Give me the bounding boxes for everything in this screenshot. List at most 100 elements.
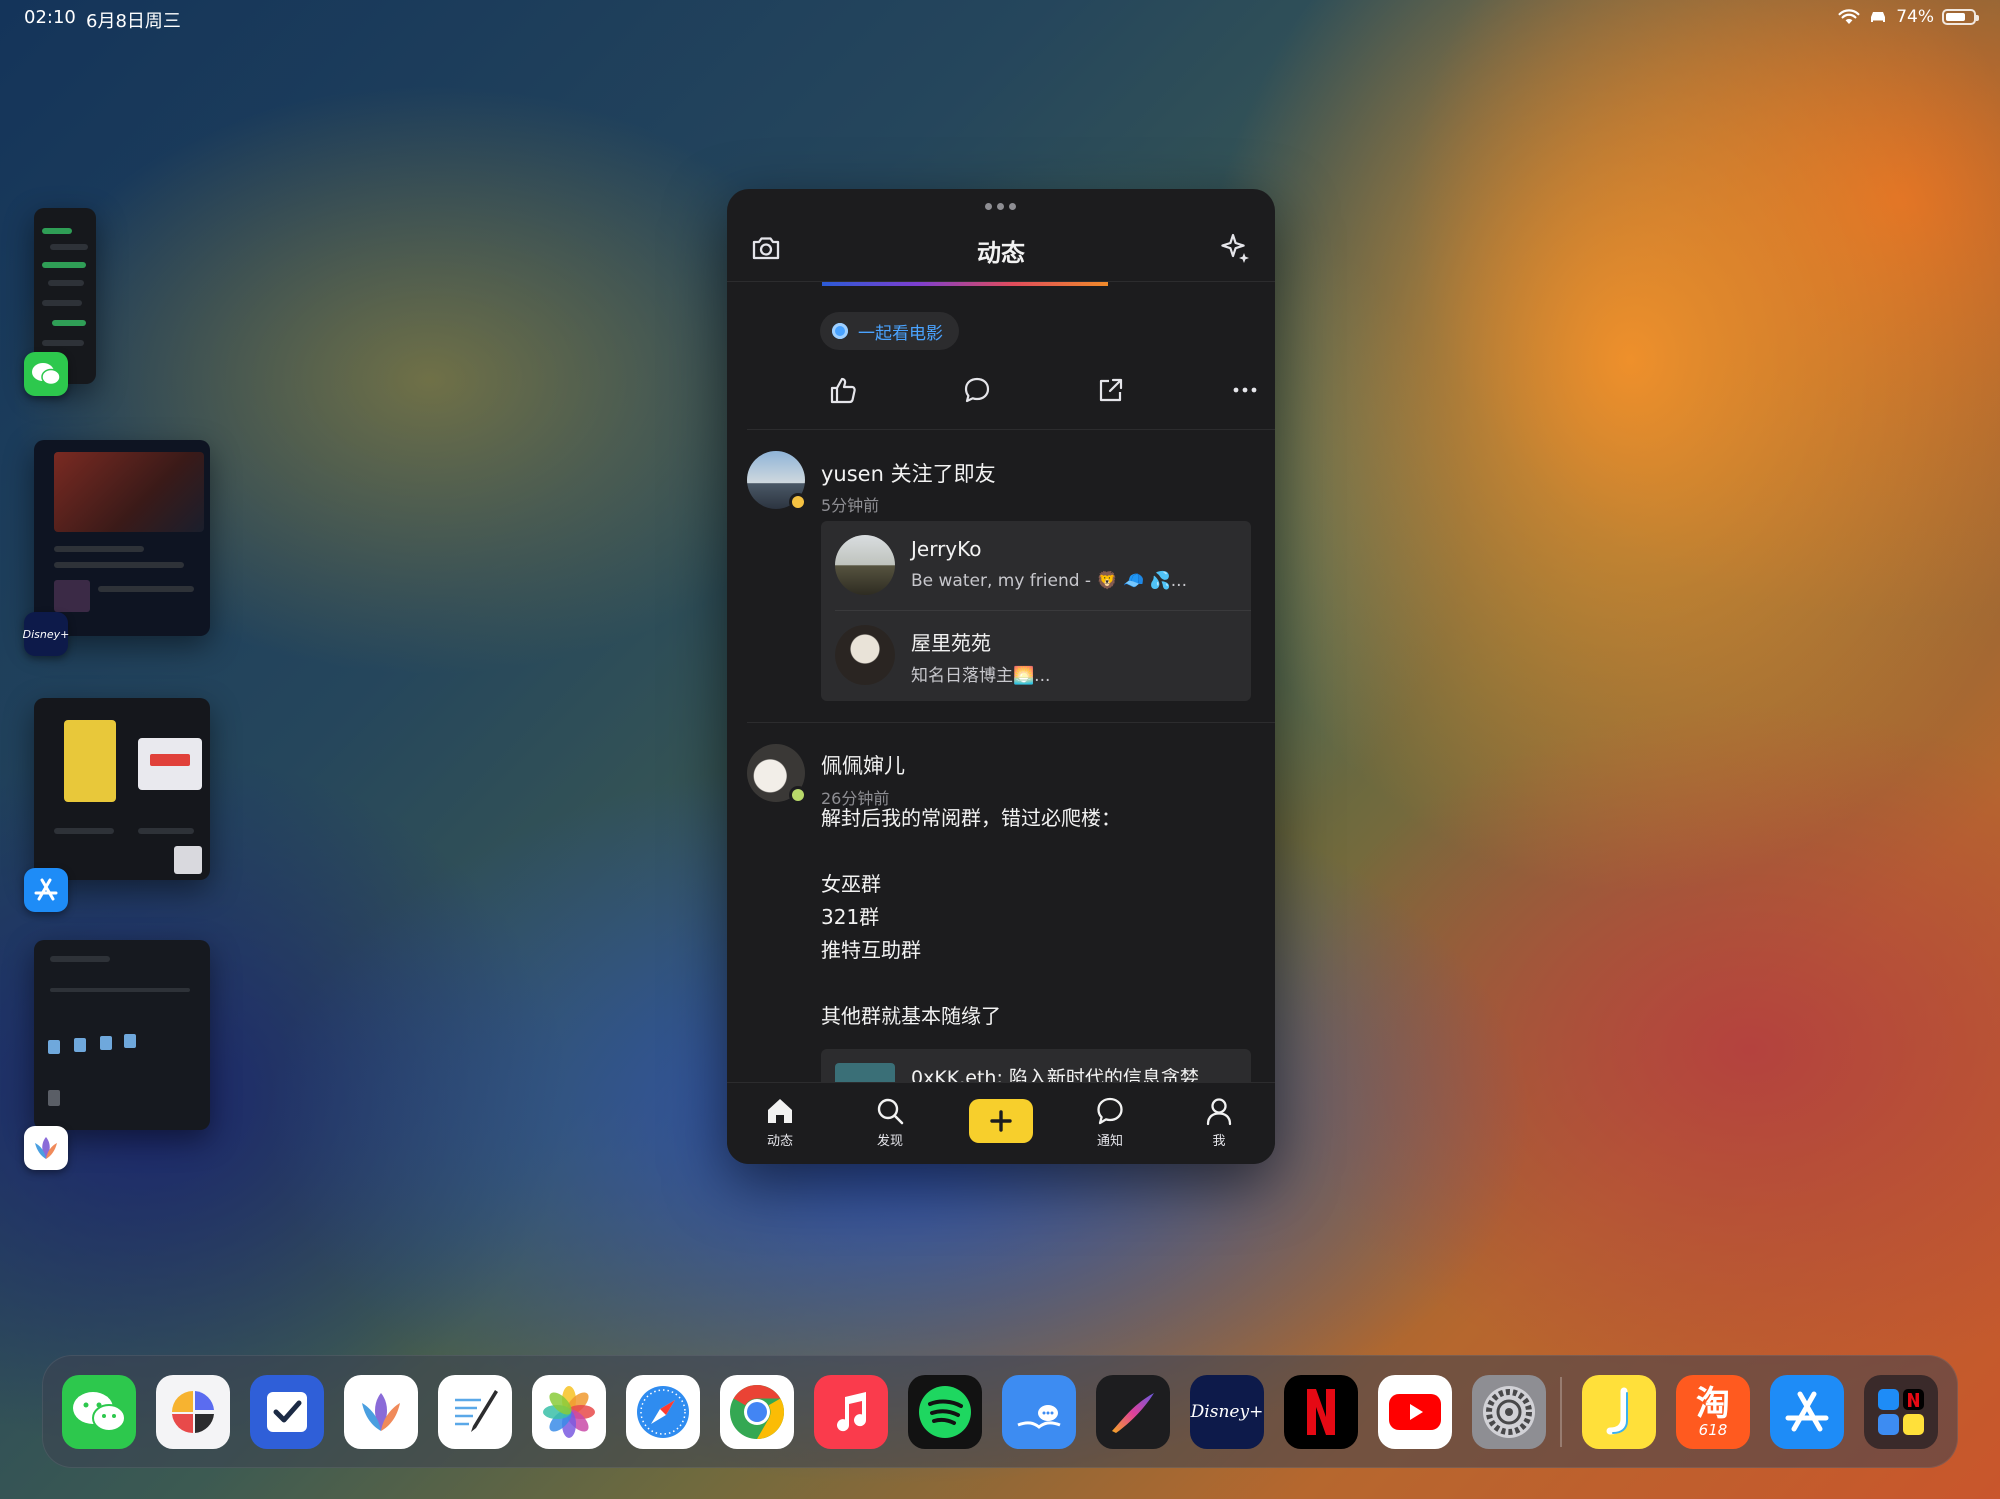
- topic-chip[interactable]: 一起看电影: [820, 312, 959, 350]
- dock-youtube-icon[interactable]: [1378, 1375, 1452, 1449]
- battery-level: [1946, 13, 1965, 21]
- tab-home[interactable]: 动态: [740, 1095, 820, 1157]
- battery-percent: 74%: [1896, 7, 1934, 27]
- dock-wechat-icon[interactable]: [62, 1375, 136, 1449]
- followed-user-name: 屋里苑苑: [911, 631, 991, 655]
- link-thumbnail: [835, 1063, 895, 1082]
- shelf-wechat-icon[interactable]: [24, 352, 68, 396]
- post-line: 其他群就基本随缘了: [821, 1004, 1001, 1028]
- dock-things-icon[interactable]: [250, 1375, 324, 1449]
- topic-chip-label: 一起看电影: [858, 323, 943, 344]
- dock-craft-icon[interactable]: [156, 1375, 230, 1449]
- dock-feedback-icon[interactable]: [1002, 1375, 1076, 1449]
- like-icon[interactable]: [827, 374, 859, 406]
- checkbox-icon: [267, 1392, 307, 1432]
- topic-icon: [832, 323, 848, 339]
- tab-discover[interactable]: 发现: [850, 1095, 930, 1157]
- shelf-mindnode-icon[interactable]: [24, 1126, 68, 1170]
- feed-scroll[interactable]: 一起看电影 yusen 关注了即友 5分钟前 JerryKo Be water,…: [727, 282, 1275, 1082]
- shelf-disney-thumbnail[interactable]: [34, 440, 210, 636]
- followed-user-row[interactable]: JerryKo Be water, my friend - 🦁 🧢 💦...: [821, 521, 1251, 610]
- share-icon[interactable]: [1095, 374, 1127, 406]
- followed-users-card: JerryKo Be water, my friend - 🦁 🧢 💦... 屋…: [821, 521, 1251, 701]
- status-bar: 02:10 6月8日周三 74%: [0, 0, 2000, 36]
- dock-chrome-icon[interactable]: [720, 1375, 794, 1449]
- post-line: 推特互助群: [821, 938, 921, 962]
- gear-icon: [1483, 1386, 1535, 1438]
- status-indicators: 74%: [1838, 7, 1979, 27]
- shelf-mindnode-thumbnail[interactable]: [34, 940, 210, 1130]
- follow-action-text: 关注了即友: [890, 462, 996, 486]
- shelf-app-store-icon[interactable]: [24, 868, 68, 912]
- dock: Disney+ 淘 618: [42, 1355, 1958, 1468]
- user-badge-icon: [789, 786, 807, 804]
- tab-profile[interactable]: 我: [1179, 1095, 1259, 1157]
- compose-button[interactable]: [969, 1099, 1033, 1143]
- dock-photos-icon[interactable]: [532, 1375, 606, 1449]
- user-name[interactable]: 佩佩婶儿: [821, 750, 905, 780]
- page-title: 动态: [977, 239, 1025, 267]
- dock-goodnotes-icon[interactable]: [438, 1375, 512, 1449]
- user-name[interactable]: yusen: [821, 462, 884, 486]
- comment-icon[interactable]: [961, 374, 993, 406]
- media-bottom-edge: [822, 282, 1108, 286]
- followed-user-name: JerryKo: [911, 537, 982, 561]
- dock-separator: [1560, 1377, 1562, 1447]
- jike-app-window[interactable]: 动态 一起看电影 yusen 关注了即友 5分钟前 JerryKo Be wat…: [727, 189, 1275, 1164]
- netflix-icon: [1307, 1389, 1335, 1435]
- shelf-app-store-thumbnail[interactable]: [34, 698, 210, 880]
- tab-bar: 动态 发现 通知 我: [727, 1082, 1275, 1164]
- dock-app-store-icon[interactable]: [1770, 1375, 1844, 1449]
- post-time: 5分钟前: [821, 496, 880, 515]
- dock-procreate-icon[interactable]: [1096, 1375, 1170, 1449]
- window-grabber[interactable]: [985, 203, 1016, 210]
- dock-taobao-icon[interactable]: 淘 618: [1676, 1375, 1750, 1449]
- dock-music-icon[interactable]: [814, 1375, 888, 1449]
- taobao-618: 618: [1698, 1421, 1728, 1439]
- search-icon: [877, 1098, 904, 1125]
- person-icon: [1206, 1098, 1232, 1126]
- followed-user-bio: Be water, my friend - 🦁 🧢 💦...: [911, 571, 1187, 591]
- photos-flower-icon: [543, 1386, 595, 1438]
- youtube-icon: [1389, 1394, 1441, 1430]
- wifi-icon: [1838, 9, 1860, 24]
- home-icon: [768, 1099, 792, 1123]
- tab-notifications[interactable]: 通知: [1070, 1095, 1150, 1157]
- app-store-icon: [1785, 1391, 1829, 1432]
- link-preview-title: 0xKK.eth: 陷入新时代的信息贪婪: [911, 1067, 1199, 1082]
- dock-mindnode-icon[interactable]: [344, 1375, 418, 1449]
- dock-safari-icon[interactable]: [626, 1375, 700, 1449]
- navigation-bar: 动态: [727, 215, 1275, 282]
- dock-jike-icon[interactable]: [1582, 1375, 1656, 1449]
- followed-user-row[interactable]: 屋里苑苑 知名日落博主🌅...: [821, 611, 1251, 700]
- shelf-disney-plus-icon[interactable]: Disney+: [23, 612, 69, 656]
- avatar-jerryko: [835, 535, 895, 595]
- post-actions: [807, 370, 1275, 416]
- link-preview-card[interactable]: 0xKK.eth: 陷入新时代的信息贪婪: [821, 1049, 1251, 1082]
- user-badge-icon: [789, 493, 807, 511]
- dock-disney-plus-icon[interactable]: Disney+: [1190, 1375, 1264, 1449]
- chat-bubble-icon: [1097, 1097, 1123, 1125]
- dock-settings-icon[interactable]: [1472, 1375, 1546, 1449]
- sparkle-icon[interactable]: [1219, 231, 1253, 265]
- more-icon[interactable]: [1229, 374, 1261, 406]
- post-line: [821, 835, 1241, 868]
- dock-app-library-icon[interactable]: [1864, 1375, 1938, 1449]
- car-icon: [1871, 12, 1886, 22]
- dock-netflix-icon[interactable]: [1284, 1375, 1358, 1449]
- tab-label: 通知: [1096, 1134, 1123, 1149]
- status-time: 02:10: [24, 7, 76, 28]
- chrome-icon: [730, 1385, 785, 1439]
- post-line: 321群: [821, 905, 880, 929]
- post-divider: [747, 722, 1275, 723]
- dock-spotify-icon[interactable]: [908, 1375, 982, 1449]
- jike-icon: [1606, 1387, 1628, 1435]
- taobao-glyph: 淘: [1696, 1384, 1730, 1424]
- brush-icon: [1112, 1393, 1154, 1433]
- followed-user-bio: 知名日落博主🌅...: [911, 666, 1051, 686]
- plus-icon: [990, 1110, 1012, 1132]
- battery-icon: [1942, 9, 1979, 25]
- post-header: yusen 关注了即友: [821, 458, 996, 488]
- post-line: 解封后我的常阅群，错过必爬楼：: [821, 806, 1121, 830]
- spotify-icon: [919, 1386, 971, 1438]
